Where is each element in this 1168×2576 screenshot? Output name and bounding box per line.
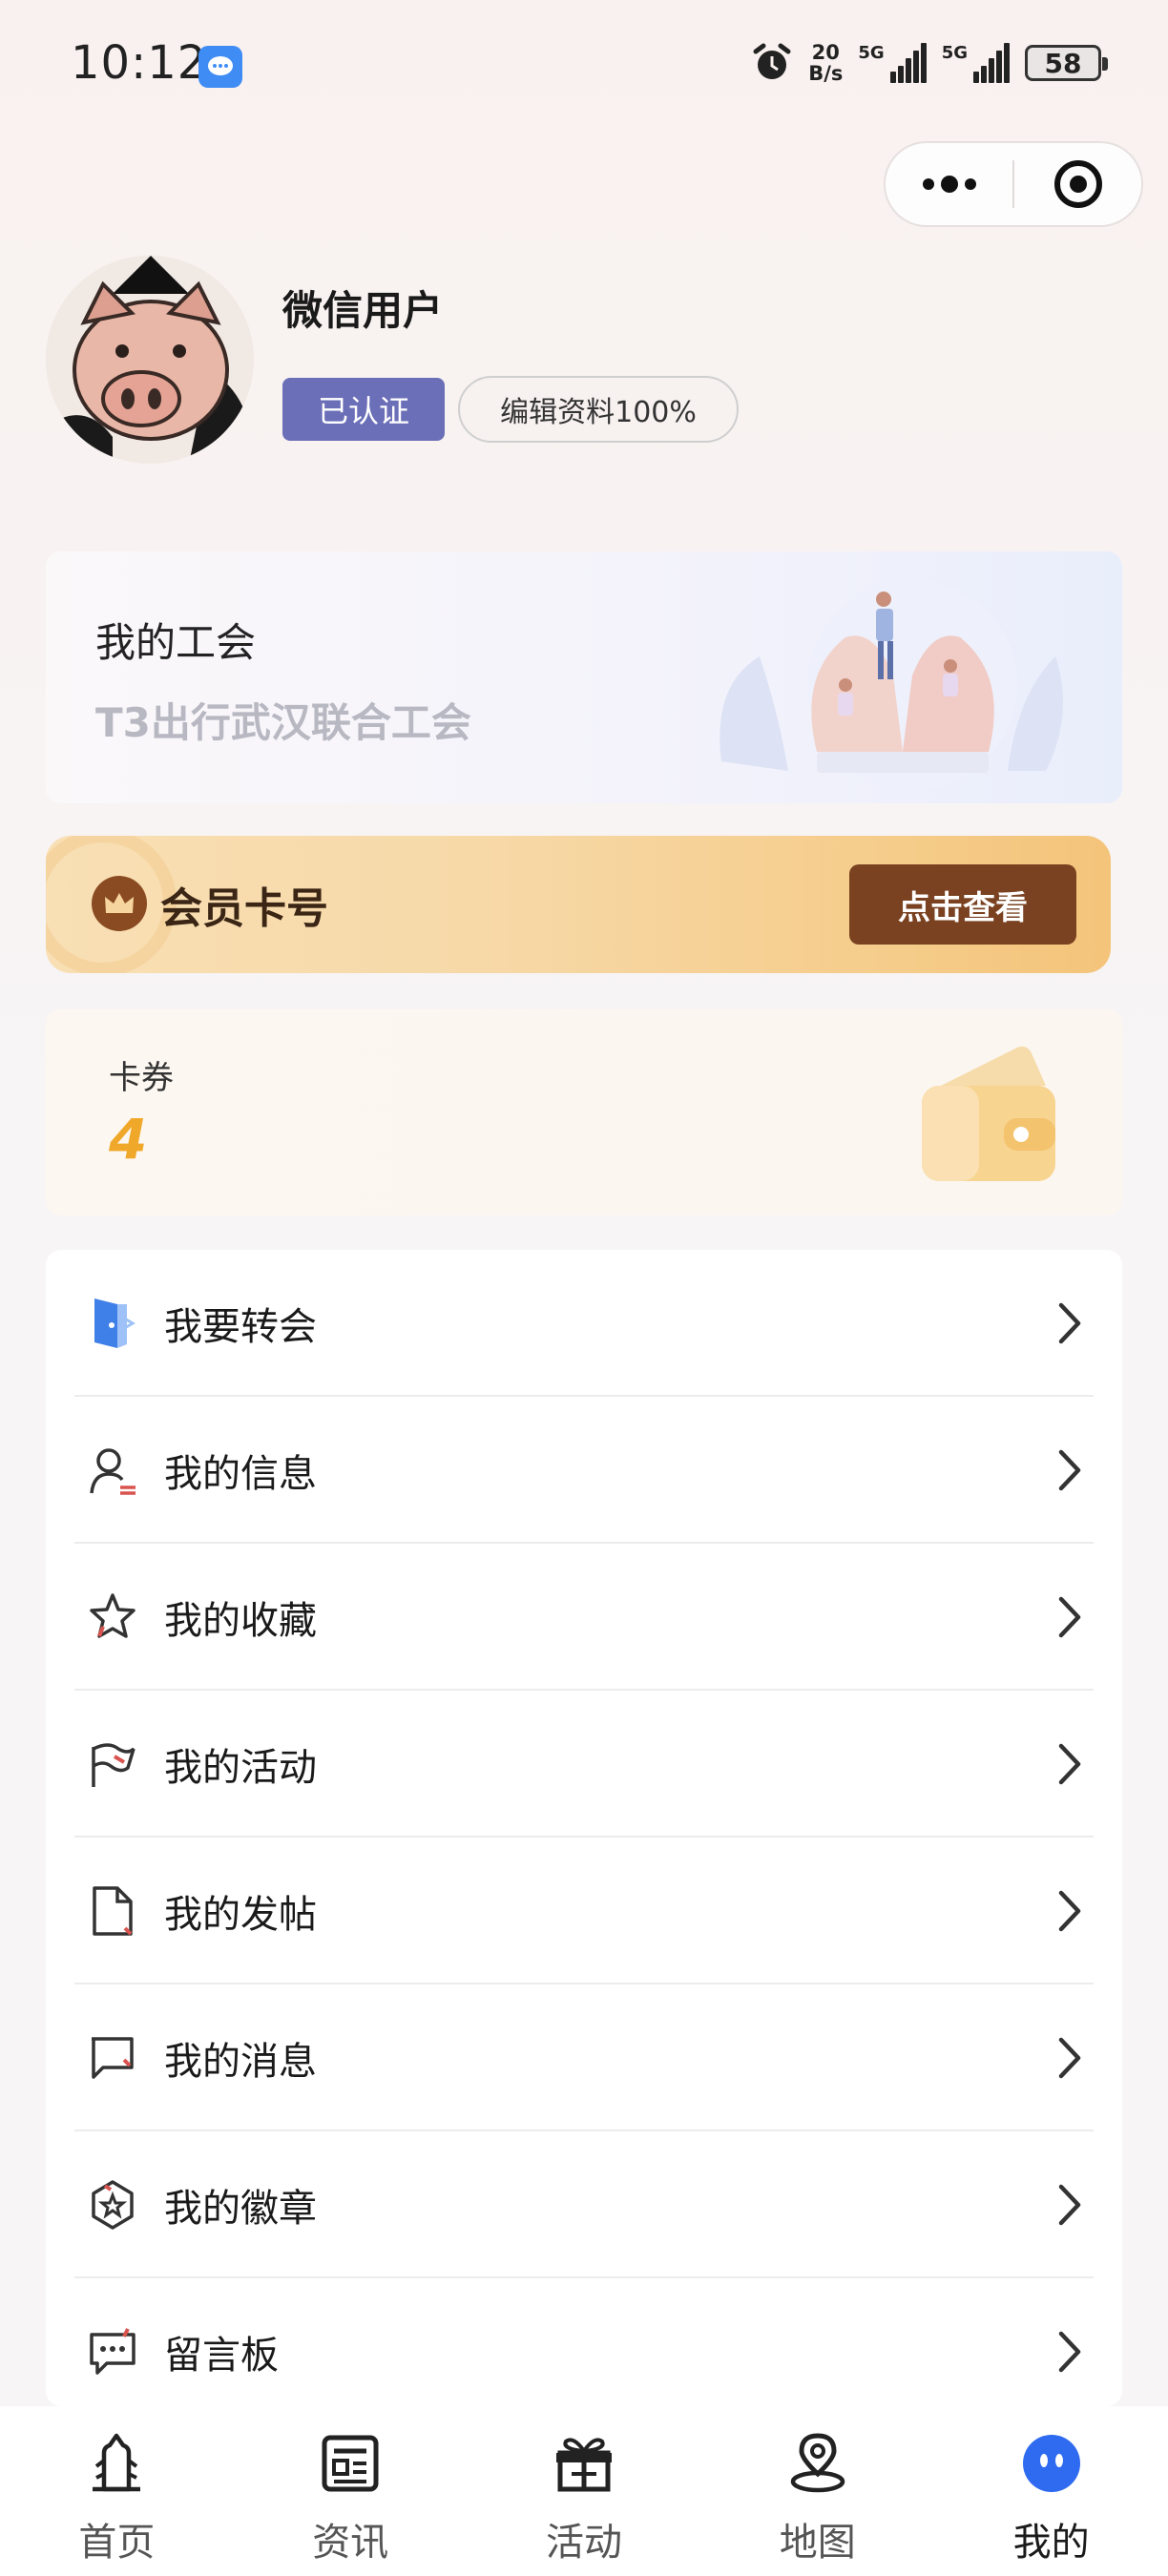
menu-item-favorites[interactable]: 我的收藏 bbox=[46, 1544, 1122, 1691]
network-speed: 20 B/s bbox=[808, 41, 844, 85]
menu-item-message-board[interactable]: 留言板 bbox=[46, 2278, 1122, 2425]
menu-item-label: 我的徽章 bbox=[164, 2187, 317, 2231]
union-name: T3出行武汉联合工会 bbox=[95, 699, 471, 746]
menu-item-label: 留言板 bbox=[164, 2334, 279, 2378]
signal-icon-2: 5G bbox=[942, 43, 1010, 83]
menu-item-my-info[interactable]: 我的信息 bbox=[46, 1397, 1122, 1544]
chevron-right-icon bbox=[1058, 1890, 1081, 1932]
news-icon bbox=[316, 2429, 385, 2498]
menu-item-label: 我的发帖 bbox=[164, 1893, 317, 1937]
tab-home[interactable]: 首页 bbox=[0, 2406, 234, 2576]
transfer-door-icon bbox=[84, 1295, 141, 1352]
coupon-label: 卡券 bbox=[109, 1059, 174, 1097]
target-close-icon bbox=[1053, 160, 1102, 208]
chevron-right-icon bbox=[1058, 1302, 1081, 1344]
verified-badge: 已认证 bbox=[282, 378, 445, 441]
miniprogram-capsule bbox=[884, 141, 1143, 227]
pig-avatar-icon bbox=[46, 256, 254, 464]
document-icon bbox=[84, 1882, 141, 1940]
menu-item-label: 我的信息 bbox=[164, 1452, 317, 1496]
view-member-card-button[interactable]: 点击查看 bbox=[849, 864, 1076, 945]
status-icons: 20 B/s 5G 5G 58 bbox=[751, 41, 1108, 85]
home-icon bbox=[82, 2429, 151, 2498]
chevron-right-icon bbox=[1058, 1743, 1081, 1785]
message-board-icon bbox=[84, 2323, 141, 2380]
union-title: 我的工会 bbox=[95, 619, 257, 666]
chevron-right-icon bbox=[1058, 1596, 1081, 1638]
flag-icon bbox=[84, 1735, 141, 1793]
chevron-right-icon bbox=[1058, 2037, 1081, 2079]
menu-item-badges[interactable]: 我的徽章 bbox=[46, 2131, 1122, 2278]
member-card[interactable]: 会员卡号 点击查看 bbox=[46, 836, 1111, 973]
message-app-icon bbox=[198, 46, 242, 88]
edit-profile-button[interactable]: 编辑资料100% bbox=[458, 376, 739, 443]
avatar[interactable] bbox=[46, 256, 254, 464]
wallet-icon bbox=[922, 1046, 1055, 1181]
menu-list: 我要转会 我的信息 我的收藏 我的活动 我的发帖 我的消息 我的徽章 留言板 bbox=[46, 1250, 1122, 2406]
tab-label: 资讯 bbox=[312, 2521, 389, 2565]
chat-bubble-icon bbox=[84, 2029, 141, 2087]
coupon-count: 4 bbox=[109, 1107, 148, 1172]
status-bar: 10:12 20 B/s 5G 5G 58 bbox=[0, 0, 1168, 134]
menu-item-label: 我的活动 bbox=[164, 1746, 317, 1790]
battery-icon: 58 bbox=[1025, 45, 1108, 81]
tab-label: 我的 bbox=[1012, 2521, 1090, 2565]
signal-icon: 5G bbox=[858, 43, 927, 83]
chevron-right-icon bbox=[1058, 1449, 1081, 1491]
crown-icon bbox=[92, 876, 147, 931]
tab-activities[interactable]: 活动 bbox=[468, 2406, 701, 2576]
more-dots-icon bbox=[922, 176, 976, 193]
chevron-right-icon bbox=[1058, 2184, 1081, 2226]
menu-item-transfer[interactable]: 我要转会 bbox=[46, 1250, 1122, 1397]
bottom-tab-bar: 首页 资讯 活动 地图 我的 bbox=[0, 2406, 1168, 2576]
status-time: 10:12 bbox=[71, 36, 208, 90]
alarm-icon bbox=[753, 43, 791, 79]
profile-icon bbox=[1017, 2429, 1086, 2498]
gift-icon bbox=[550, 2429, 618, 2498]
tab-label: 首页 bbox=[78, 2521, 156, 2565]
coupon-card[interactable]: 卡券 4 bbox=[46, 1009, 1122, 1215]
star-icon bbox=[84, 1589, 141, 1646]
menu-item-label: 我要转会 bbox=[164, 1305, 317, 1349]
map-pin-icon bbox=[783, 2429, 852, 2498]
username: 微信用户 bbox=[282, 287, 444, 334]
menu-item-posts[interactable]: 我的发帖 bbox=[46, 1838, 1122, 1984]
chevron-right-icon bbox=[1058, 2331, 1081, 2373]
more-button[interactable] bbox=[886, 143, 1012, 225]
union-hands-illustration-icon bbox=[720, 580, 1063, 790]
menu-item-activities[interactable]: 我的活动 bbox=[46, 1691, 1122, 1838]
tab-map[interactable]: 地图 bbox=[700, 2406, 934, 2576]
union-card[interactable]: 我的工会 T3出行武汉联合工会 bbox=[46, 551, 1122, 803]
menu-item-label: 我的收藏 bbox=[164, 1599, 317, 1643]
tab-news[interactable]: 资讯 bbox=[234, 2406, 468, 2576]
menu-item-label: 我的消息 bbox=[164, 2040, 317, 2084]
member-card-label: 会员卡号 bbox=[160, 884, 328, 933]
tab-profile[interactable]: 我的 bbox=[934, 2406, 1168, 2576]
tab-label: 活动 bbox=[545, 2521, 622, 2565]
user-info-icon bbox=[84, 1442, 141, 1499]
tab-label: 地图 bbox=[779, 2521, 856, 2565]
badge-icon bbox=[84, 2176, 141, 2233]
close-miniprogram-button[interactable] bbox=[1014, 143, 1141, 225]
menu-item-messages[interactable]: 我的消息 bbox=[46, 1984, 1122, 2131]
